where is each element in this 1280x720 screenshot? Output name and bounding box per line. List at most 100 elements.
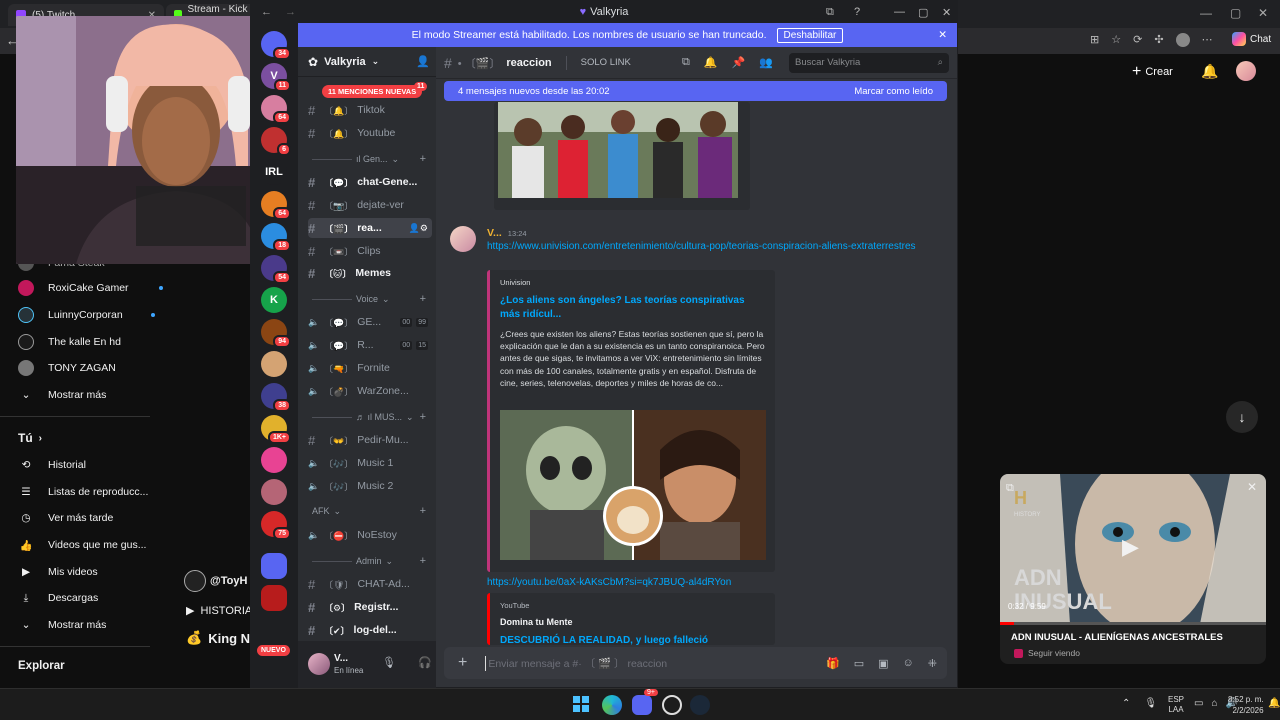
channel-item[interactable]: # 〔📷〕 dejate-ver bbox=[308, 195, 432, 215]
server-icon[interactable] bbox=[261, 351, 287, 377]
message-link-univision[interactable]: https://www.univision.com/entretenimient… bbox=[487, 240, 917, 254]
new-mentions-pill[interactable]: 11 MENCIONES NUEVAS bbox=[322, 85, 423, 98]
server-icon[interactable]: 18 bbox=[261, 223, 291, 252]
channel-category[interactable]: ♬ ıl MUS... ⌄ + bbox=[312, 411, 432, 423]
add-channel-icon[interactable]: + bbox=[420, 411, 426, 423]
steam-icon[interactable] bbox=[690, 695, 710, 715]
server-icon[interactable]: K bbox=[261, 287, 287, 313]
nav-show-more[interactable]: ⌄ Mostrar más bbox=[18, 614, 107, 636]
server-icon[interactable]: V 11 bbox=[261, 63, 291, 92]
mark-as-read-button[interactable]: Marcar como leído bbox=[854, 86, 933, 97]
favorite-icon[interactable]: ☆ bbox=[1111, 33, 1121, 47]
progress-bar[interactable] bbox=[1000, 622, 1266, 625]
emoji-icon[interactable]: ☺ bbox=[903, 657, 914, 670]
add-channel-icon[interactable]: + bbox=[420, 555, 426, 567]
help-icon[interactable]: ? bbox=[854, 6, 860, 18]
server-icon[interactable] bbox=[261, 447, 287, 473]
channel-item[interactable]: 🔈 〔💬〕 R... 00 15 bbox=[308, 335, 432, 355]
maximize-icon[interactable]: ▢ bbox=[1230, 6, 1241, 20]
channel-item[interactable]: # 〔✔〕 log-del... bbox=[308, 620, 432, 640]
server-icon[interactable]: 34 bbox=[261, 31, 291, 60]
channel-item[interactable]: 🔈 〔⛔〕 NoEstoy bbox=[308, 525, 432, 545]
server-icon[interactable] bbox=[261, 479, 287, 505]
close-icon[interactable]: ✕ bbox=[942, 6, 951, 19]
server-header[interactable]: ✿ Valkyria ⌄ 👤 bbox=[298, 47, 436, 77]
channel-item[interactable]: 🔈 〔💬〕 GE... 00 99 bbox=[308, 312, 432, 332]
apps-icon[interactable]: ⊞ bbox=[1090, 33, 1099, 47]
sticker-icon[interactable]: ▣ bbox=[878, 657, 888, 670]
server-icon[interactable]: IRL bbox=[261, 159, 287, 185]
embed-thumbnail[interactable] bbox=[500, 410, 766, 560]
screen-icon[interactable]: ▭ bbox=[1194, 698, 1203, 709]
language-indicator[interactable]: ESP LAA bbox=[1168, 695, 1184, 715]
channel-category[interactable]: Admin ⌄ + bbox=[312, 555, 432, 567]
server-icon[interactable]: 64 bbox=[261, 95, 291, 124]
back-arrow-icon[interactable]: ← bbox=[261, 6, 272, 18]
server-icon[interactable]: 94 bbox=[261, 319, 291, 348]
nav-history[interactable]: ⟲ Historial bbox=[18, 454, 86, 476]
gift-icon[interactable]: 🎁 bbox=[826, 657, 840, 670]
start-button[interactable] bbox=[572, 695, 592, 715]
channel-item[interactable]: 🔈 〔🔫〕 Fornite bbox=[308, 358, 432, 378]
youtube-miniplayer[interactable]: ⧉ H HISTORY ✕ ▶ ADN INUSUAL 0:32 / 9:59 … bbox=[1000, 474, 1266, 664]
embed-author[interactable]: Domina tu Mente bbox=[500, 617, 573, 627]
miniplayer-title[interactable]: ADN INUSUAL - ALIENÍGENAS ANCESTRALES bbox=[1011, 632, 1223, 643]
threads-icon[interactable]: ⧉ bbox=[682, 56, 690, 69]
channel-item[interactable]: # 〔📼〕 Clips bbox=[308, 241, 432, 261]
channel-item[interactable]: # 〔🎬〕 rea... 👤⚙ bbox=[308, 218, 432, 238]
screen-share-icon[interactable]: ⧉ bbox=[826, 6, 834, 19]
add-channel-icon[interactable]: + bbox=[420, 505, 426, 517]
server-icon[interactable] bbox=[261, 585, 287, 611]
channel-item[interactable]: # 〔🐱〕 Memes bbox=[308, 263, 432, 283]
server-icon[interactable]: 54 bbox=[261, 255, 291, 284]
server-icon[interactable]: 38 bbox=[261, 383, 291, 412]
message-author[interactable]: V... bbox=[487, 227, 502, 239]
play-icon[interactable]: ▶ bbox=[1122, 534, 1139, 560]
show-more-subscriptions[interactable]: ⌄ Mostrar más bbox=[18, 384, 107, 406]
message-input-placeholder[interactable]: Enviar mensaje a #· 〔 🎬 〕 reaccion bbox=[485, 655, 667, 671]
embed-title[interactable]: ¿Los aliens son ángeles? Las teorías con… bbox=[500, 294, 760, 322]
subscription-item[interactable]: TONY ZAGAN bbox=[18, 357, 116, 379]
message-author-avatar[interactable] bbox=[450, 226, 476, 252]
notifications-bell-icon[interactable]: 🔔 bbox=[1201, 63, 1218, 80]
channel-category[interactable]: AFK ⌄ + bbox=[312, 505, 432, 517]
microphone-icon[interactable]: 🎙 bbox=[382, 656, 396, 669]
subscription-item[interactable]: The kalle En hd bbox=[18, 331, 121, 353]
channel-category[interactable]: Voice ⌄ + bbox=[312, 293, 432, 305]
maximize-icon[interactable]: ▢ bbox=[918, 6, 928, 19]
close-window-icon[interactable]: ✕ bbox=[1258, 6, 1268, 20]
channel-item[interactable]: # 〔🛡〕 CHAT-Ad... bbox=[308, 574, 432, 594]
members-icon[interactable]: 👥 bbox=[759, 56, 773, 69]
channel-category[interactable]: ıl Gen... ⌄ + bbox=[312, 153, 432, 165]
expand-miniplayer-icon[interactable]: ⧉ bbox=[1006, 482, 1014, 495]
scroll-down-button[interactable]: ↓ bbox=[1226, 401, 1258, 433]
add-attachment-icon[interactable]: + bbox=[458, 654, 467, 672]
new-messages-bar[interactable]: 4 mensajes nuevos desde las 20:02 Marcar… bbox=[444, 81, 947, 101]
channel-item[interactable]: # 〔⚙〕 Registr... bbox=[308, 597, 432, 617]
channel-item[interactable]: 🔈 〔🎶〕 Music 2 bbox=[308, 476, 432, 496]
invite-icon[interactable]: 👤 bbox=[416, 55, 430, 68]
you-section-header[interactable]: Tú › bbox=[18, 427, 42, 449]
server-icon[interactable]: 75 bbox=[261, 511, 291, 540]
channel-item[interactable]: # 〔👐〕 Pedir-Mu... bbox=[308, 430, 432, 450]
create-button[interactable]: + Crear bbox=[1132, 62, 1188, 82]
channel-item[interactable]: # 〔💬〕 chat-Gene... bbox=[308, 172, 432, 192]
user-avatar[interactable] bbox=[308, 653, 330, 675]
profile-avatar[interactable] bbox=[1175, 33, 1190, 47]
channel-settings-icon[interactable]: 👤⚙ bbox=[409, 223, 428, 234]
channel-item[interactable]: 🔈 〔🎶〕 Music 1 bbox=[308, 453, 432, 473]
add-channel-icon[interactable]: + bbox=[420, 293, 426, 305]
channel-item[interactable]: # 〔🔔〕 Tiktok bbox=[308, 100, 432, 120]
nav-liked-videos[interactable]: 👍 Videos que me gus... bbox=[18, 534, 146, 556]
pin-icon[interactable]: 📌 bbox=[732, 56, 746, 69]
nav-watch-later[interactable]: ◷ Ver más tarde bbox=[18, 507, 113, 529]
notifications-icon[interactable]: 🔔 bbox=[1268, 698, 1280, 709]
search-input[interactable]: Buscar Valkyria ⌕ bbox=[789, 52, 949, 73]
puzzle-icon[interactable]: ✣ bbox=[1154, 33, 1163, 47]
subscription-item[interactable]: LuinnyCorporan bbox=[18, 304, 155, 326]
server-icon[interactable] bbox=[261, 553, 287, 579]
bell-icon[interactable]: 🔔 bbox=[704, 56, 718, 69]
nav-playlists[interactable]: ☰ Listas de reproducc... bbox=[18, 481, 148, 503]
close-banner-icon[interactable]: ✕ bbox=[938, 29, 947, 41]
extensions-icon[interactable]: ⟳ bbox=[1133, 33, 1142, 47]
